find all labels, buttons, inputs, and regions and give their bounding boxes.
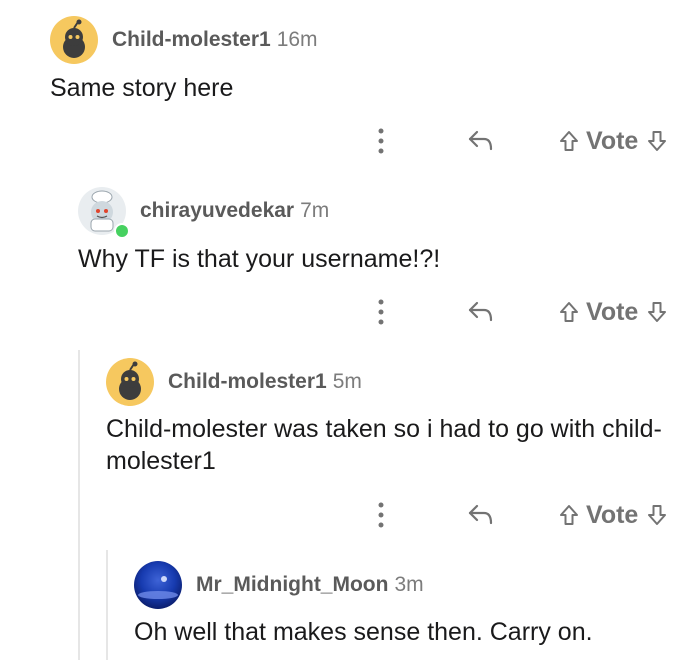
downvote-icon[interactable]: [646, 300, 668, 324]
upvote-icon[interactable]: [558, 503, 580, 527]
comment-header: Mr_Midnight_Moon 3m: [134, 561, 424, 609]
reply-icon[interactable]: [446, 129, 516, 153]
more-options-icon[interactable]: [366, 128, 396, 154]
vote-score: Vote: [586, 500, 639, 529]
downvote-icon[interactable]: [646, 129, 668, 153]
online-indicator: [114, 223, 130, 239]
comment-body: Child-molester was taken so i had to go …: [106, 415, 662, 475]
user-avatar[interactable]: [106, 358, 154, 406]
timestamp: 3m: [394, 573, 424, 596]
comment-actions: Vote: [366, 292, 668, 332]
username[interactable]: chirayuvedekar: [140, 199, 294, 223]
more-options-icon[interactable]: [366, 502, 396, 528]
user-avatar[interactable]: [134, 561, 182, 609]
downvote-icon[interactable]: [646, 503, 668, 527]
reply-icon[interactable]: [446, 503, 516, 527]
more-options-icon[interactable]: [366, 299, 396, 325]
comment-body: Oh well that makes sense then. Carry on.: [134, 618, 593, 646]
comment-actions: Vote: [366, 121, 668, 161]
snoo-icon: [119, 361, 141, 400]
thread-line-level-3[interactable]: [106, 550, 108, 660]
timestamp: 16m: [276, 28, 318, 51]
upvote-icon[interactable]: [558, 300, 580, 324]
snoo-icon: [63, 19, 85, 58]
username[interactable]: Child-molester1: [168, 370, 327, 394]
timestamp: 7m: [300, 199, 330, 222]
vote-score: Vote: [586, 126, 639, 155]
timestamp: 5m: [332, 370, 362, 393]
comment-body: Same story here: [50, 74, 234, 102]
thread-line-level-2[interactable]: [78, 350, 80, 660]
comment-header: chirayuvedekar 7m: [78, 187, 330, 239]
comment-header: Child-molester1 5m: [106, 358, 362, 406]
reply-icon[interactable]: [446, 300, 516, 324]
username[interactable]: Mr_Midnight_Moon: [196, 573, 388, 597]
username[interactable]: Child-molester1: [112, 28, 271, 52]
comment-body: Why TF is that your username!?!: [78, 245, 441, 273]
vote-score: Vote: [586, 297, 639, 326]
upvote-icon[interactable]: [558, 129, 580, 153]
moon-icon: [138, 576, 178, 599]
comment-actions: Vote: [366, 495, 668, 535]
user-avatar[interactable]: [50, 16, 98, 64]
comment-header: Child-molester1 16m: [50, 16, 318, 64]
